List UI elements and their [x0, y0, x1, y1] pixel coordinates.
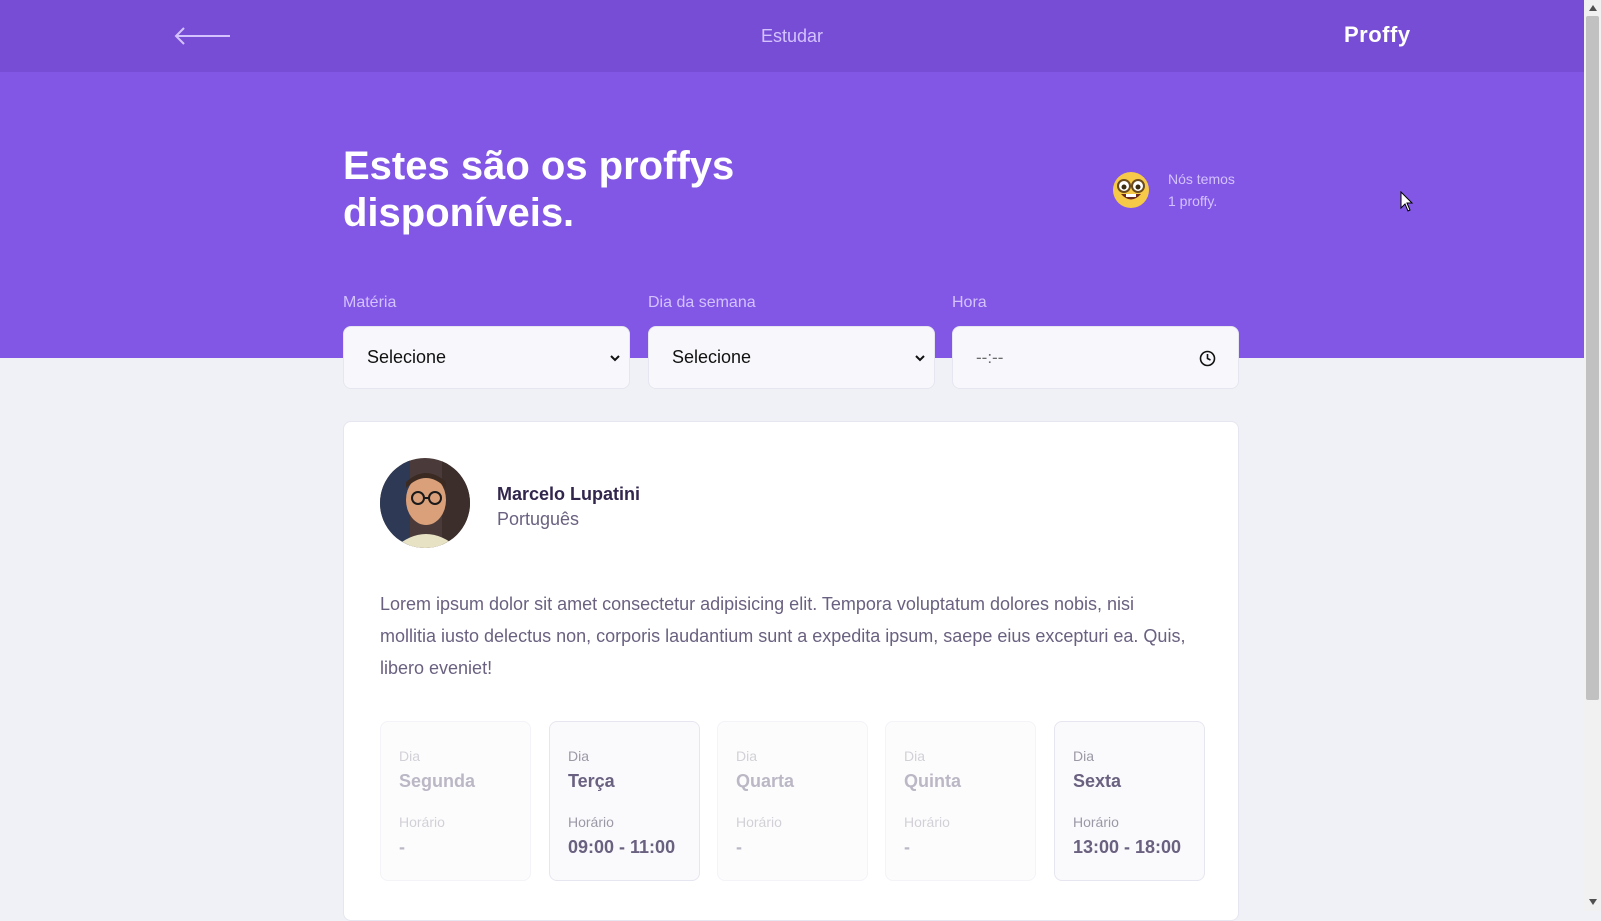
- schedule-day-segunda: Dia Segunda Horário -: [380, 721, 531, 881]
- scroll-up-arrow-icon[interactable]: [1588, 4, 1598, 12]
- weekday-select[interactable]: Selecione: [648, 326, 935, 389]
- proffy-count-line2: 1 proffy.: [1168, 193, 1218, 209]
- time-label: Horário: [568, 814, 614, 830]
- day-label: Dia: [1073, 748, 1095, 764]
- day-name: Sexta: [1073, 771, 1122, 791]
- day-name: Quinta: [904, 771, 961, 791]
- schedule-day-sexta: Dia Sexta Horário 13:00 - 18:00: [1054, 721, 1205, 881]
- teacher-subject: Português: [497, 509, 580, 529]
- proffy-count-line1: Nós temos: [1168, 171, 1235, 187]
- day-name: Quarta: [736, 771, 795, 791]
- teacher-card: Marcelo Lupatini Português Lorem ipsum d…: [343, 421, 1239, 921]
- weekday-filter: Dia da semana Selecione: [648, 294, 935, 389]
- subject-filter: Matéria Selecione: [343, 294, 630, 389]
- subject-select[interactable]: Selecione: [343, 326, 630, 389]
- clock-icon[interactable]: [1199, 350, 1216, 367]
- schedule-day-terca: Dia Terça Horário 09:00 - 11:00: [549, 721, 700, 881]
- day-label: Dia: [399, 748, 421, 764]
- page-title: Estes são os proffys disponíveis.: [343, 144, 735, 235]
- day-name: Terça: [568, 771, 615, 791]
- schedule-day-quinta: Dia Quinta Horário -: [885, 721, 1036, 881]
- subject-filter-label: Matéria: [343, 294, 397, 311]
- subject-select-value: Selecione: [367, 347, 447, 367]
- time-filter: Hora --:--: [952, 294, 1239, 389]
- nerd-face-emoji-icon: [1113, 172, 1149, 208]
- chevron-down-icon: [915, 355, 925, 362]
- time-label: Horário: [399, 814, 445, 830]
- time-range: 09:00 - 11:00: [568, 837, 676, 857]
- schedule-day-quarta: Dia Quarta Horário -: [717, 721, 868, 881]
- day-name: Segunda: [399, 771, 476, 791]
- time-input[interactable]: --:--: [952, 326, 1239, 389]
- teacher-name: Marcelo Lupatini: [497, 484, 641, 504]
- top-bar: Estudar Proffy: [0, 0, 1584, 72]
- time-range: -: [736, 837, 742, 857]
- day-label: Dia: [904, 748, 926, 764]
- time-label: Horário: [1073, 814, 1119, 830]
- day-label: Dia: [568, 748, 590, 764]
- proffy-logo: Proffy: [1344, 22, 1411, 47]
- weekday-filter-label: Dia da semana: [648, 294, 756, 311]
- proffy-count: Nós temos 1 proffy.: [1168, 168, 1235, 212]
- chevron-down-icon: [610, 355, 620, 362]
- time-filter-label: Hora: [952, 294, 987, 311]
- scroll-down-arrow-icon[interactable]: [1588, 898, 1598, 906]
- mouse-cursor-icon: [1400, 191, 1414, 212]
- time-range: 13:00 - 18:00: [1073, 837, 1182, 857]
- teacher-bio: Lorem ipsum dolor sit amet consectetur a…: [380, 594, 1186, 678]
- time-range: -: [904, 837, 910, 857]
- teacher-avatar: [380, 458, 470, 548]
- weekday-select-value: Selecione: [672, 347, 752, 367]
- day-label: Dia: [736, 748, 758, 764]
- time-label: Horário: [904, 814, 950, 830]
- time-label: Horário: [736, 814, 782, 830]
- scrollbar-thumb[interactable]: [1586, 16, 1599, 700]
- time-input-value: --:--: [976, 347, 1004, 367]
- time-range: -: [399, 837, 405, 857]
